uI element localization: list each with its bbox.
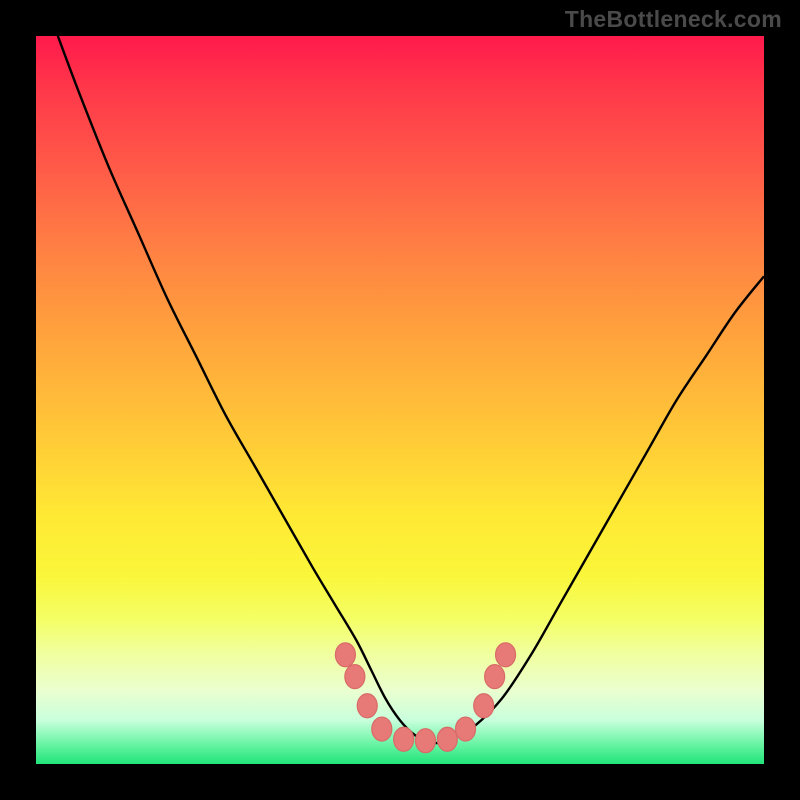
plot-area xyxy=(36,36,764,764)
curve-marker xyxy=(437,727,457,751)
curve-marker xyxy=(357,694,377,718)
curve-marker xyxy=(415,729,435,753)
bottleneck-curve xyxy=(36,36,764,764)
curve-marker xyxy=(372,717,392,741)
curve-marker xyxy=(345,665,365,689)
brand-watermark: TheBottleneck.com xyxy=(565,6,782,33)
curve-marker xyxy=(496,643,516,667)
curve-marker xyxy=(456,717,476,741)
curve-path xyxy=(58,36,764,743)
curve-markers xyxy=(335,643,515,753)
curve-marker xyxy=(485,665,505,689)
curve-marker xyxy=(474,694,494,718)
curve-marker xyxy=(394,727,414,751)
chart-frame: TheBottleneck.com xyxy=(0,0,800,800)
curve-marker xyxy=(335,643,355,667)
